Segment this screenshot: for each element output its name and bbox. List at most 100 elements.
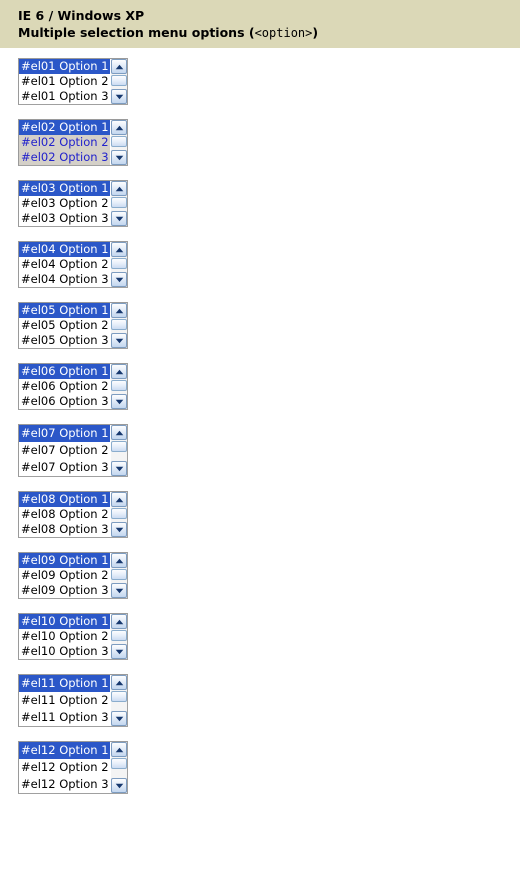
scrollbar-el11[interactable]	[110, 675, 127, 726]
option-item[interactable]: #el08 Option 2	[19, 507, 110, 522]
scrollbar-el05[interactable]	[110, 303, 127, 348]
option-item[interactable]: #el05 Option 1	[19, 303, 110, 318]
option-item[interactable]: #el08 Option 3	[19, 522, 110, 537]
multi-select-el05[interactable]: #el05 Option 1 #el05 Option 2 #el05 Option…	[18, 302, 128, 349]
scrollbar-thumb[interactable]	[111, 569, 127, 580]
option-item[interactable]: #el03 Option 2	[19, 196, 110, 211]
scrollbar-track[interactable]	[111, 135, 127, 150]
option-item[interactable]: #el05 Option 2	[19, 318, 110, 333]
scrollbar-track[interactable]	[111, 257, 127, 272]
chevron-up-icon[interactable]	[111, 614, 127, 629]
option-item[interactable]: #el08 Option 1	[19, 492, 110, 507]
option-item[interactable]: #el12 Option 2	[19, 759, 110, 776]
scrollbar-thumb[interactable]	[111, 136, 127, 147]
option-item[interactable]: #el10 Option 2	[19, 629, 110, 644]
multi-select-el12[interactable]: #el12 Option 1 #el12 Option 2 #el12 Option…	[18, 741, 128, 794]
chevron-up-icon[interactable]	[111, 492, 127, 507]
option-item[interactable]: #el07 Option 1	[19, 425, 110, 442]
chevron-up-icon[interactable]	[111, 59, 127, 74]
scrollbar-thumb[interactable]	[111, 441, 127, 452]
scrollbar-thumb[interactable]	[111, 75, 127, 86]
option-item[interactable]: #el05 Option 3	[19, 333, 110, 348]
multi-select-el02[interactable]: #el02 Option 1 #el02 Option 2 #el02 Option…	[18, 119, 128, 166]
chevron-down-icon[interactable]	[111, 89, 127, 104]
option-item[interactable]: #el09 Option 2	[19, 568, 110, 583]
scrollbar-el03[interactable]	[110, 181, 127, 226]
option-item[interactable]: #el12 Option 1	[19, 742, 110, 759]
option-item[interactable]: #el11 Option 1	[19, 675, 110, 692]
chevron-up-icon[interactable]	[111, 303, 127, 318]
scrollbar-thumb[interactable]	[111, 197, 127, 208]
chevron-down-icon[interactable]	[111, 778, 127, 793]
scrollbar-thumb[interactable]	[111, 380, 127, 391]
option-item[interactable]: #el10 Option 1	[19, 614, 110, 629]
scrollbar-el01[interactable]	[110, 59, 127, 104]
multi-select-el03[interactable]: #el03 Option 1 #el03 Option 2 #el03 Option…	[18, 180, 128, 227]
option-item[interactable]: #el01 Option 3	[19, 89, 110, 104]
multi-select-el10[interactable]: #el10 Option 1 #el10 Option 2 #el10 Option…	[18, 613, 128, 660]
scrollbar-thumb[interactable]	[111, 258, 127, 269]
scrollbar-thumb[interactable]	[111, 758, 127, 769]
multi-select-el09[interactable]: #el09 Option 1 #el09 Option 2 #el09 Option…	[18, 552, 128, 599]
multi-select-el04[interactable]: #el04 Option 1 #el04 Option 2 #el04 Option…	[18, 241, 128, 288]
option-item[interactable]: #el06 Option 3	[19, 394, 110, 409]
option-item[interactable]: #el06 Option 2	[19, 379, 110, 394]
scrollbar-thumb[interactable]	[111, 508, 127, 519]
chevron-down-icon[interactable]	[111, 272, 127, 287]
chevron-up-icon[interactable]	[111, 181, 127, 196]
scrollbar-el02[interactable]	[110, 120, 127, 165]
chevron-down-icon[interactable]	[111, 461, 127, 476]
option-item[interactable]: #el04 Option 3	[19, 272, 110, 287]
scrollbar-thumb[interactable]	[111, 319, 127, 330]
multi-select-el07[interactable]: #el07 Option 1 #el07 Option 2 #el07 Option…	[18, 424, 128, 477]
scrollbar-track[interactable]	[111, 568, 127, 583]
option-item[interactable]: #el12 Option 3	[19, 776, 110, 793]
scrollbar-el04[interactable]	[110, 242, 127, 287]
chevron-up-icon[interactable]	[111, 742, 127, 757]
option-item[interactable]: #el10 Option 3	[19, 644, 110, 659]
chevron-down-icon[interactable]	[111, 211, 127, 226]
option-item[interactable]: #el03 Option 3	[19, 211, 110, 226]
chevron-down-icon[interactable]	[111, 644, 127, 659]
scrollbar-track[interactable]	[111, 440, 127, 461]
scrollbar-track[interactable]	[111, 629, 127, 644]
scrollbar-track[interactable]	[111, 507, 127, 522]
scrollbar-track[interactable]	[111, 318, 127, 333]
option-item[interactable]: #el07 Option 2	[19, 442, 110, 459]
chevron-up-icon[interactable]	[111, 364, 127, 379]
chevron-up-icon[interactable]	[111, 425, 127, 440]
chevron-down-icon[interactable]	[111, 522, 127, 537]
option-item[interactable]: #el04 Option 2	[19, 257, 110, 272]
chevron-down-icon[interactable]	[111, 583, 127, 598]
scrollbar-el07[interactable]	[110, 425, 127, 476]
scrollbar-el10[interactable]	[110, 614, 127, 659]
chevron-up-icon[interactable]	[111, 675, 127, 690]
multi-select-el06[interactable]: #el06 Option 1 #el06 Option 2 #el06 Option…	[18, 363, 128, 410]
chevron-down-icon[interactable]	[111, 150, 127, 165]
option-item[interactable]: #el02 Option 1	[19, 120, 110, 135]
option-item[interactable]: #el01 Option 1	[19, 59, 110, 74]
chevron-down-icon[interactable]	[111, 394, 127, 409]
chevron-up-icon[interactable]	[111, 553, 127, 568]
multi-select-el01[interactable]: #el01 Option 1 #el01 Option 2 #el01 Option…	[18, 58, 128, 105]
option-item[interactable]: #el03 Option 1	[19, 181, 110, 196]
option-item[interactable]: #el09 Option 1	[19, 553, 110, 568]
scrollbar-thumb[interactable]	[111, 691, 127, 702]
scrollbar-el06[interactable]	[110, 364, 127, 409]
scrollbar-track[interactable]	[111, 74, 127, 89]
multi-select-el11[interactable]: #el11 Option 1 #el11 Option 2 #el11 Option…	[18, 674, 128, 727]
scrollbar-el09[interactable]	[110, 553, 127, 598]
option-item[interactable]: #el07 Option 3	[19, 459, 110, 476]
chevron-down-icon[interactable]	[111, 333, 127, 348]
multi-select-el08[interactable]: #el08 Option 1 #el08 Option 2 #el08 Option…	[18, 491, 128, 538]
option-item[interactable]: #el01 Option 2	[19, 74, 110, 89]
chevron-down-icon[interactable]	[111, 711, 127, 726]
scrollbar-el08[interactable]	[110, 492, 127, 537]
chevron-up-icon[interactable]	[111, 242, 127, 257]
option-item[interactable]: #el04 Option 1	[19, 242, 110, 257]
scrollbar-el12[interactable]	[110, 742, 127, 793]
scrollbar-track[interactable]	[111, 757, 127, 778]
scrollbar-thumb[interactable]	[111, 630, 127, 641]
option-item[interactable]: #el11 Option 3	[19, 709, 110, 726]
option-item[interactable]: #el02 Option 3	[19, 150, 110, 165]
